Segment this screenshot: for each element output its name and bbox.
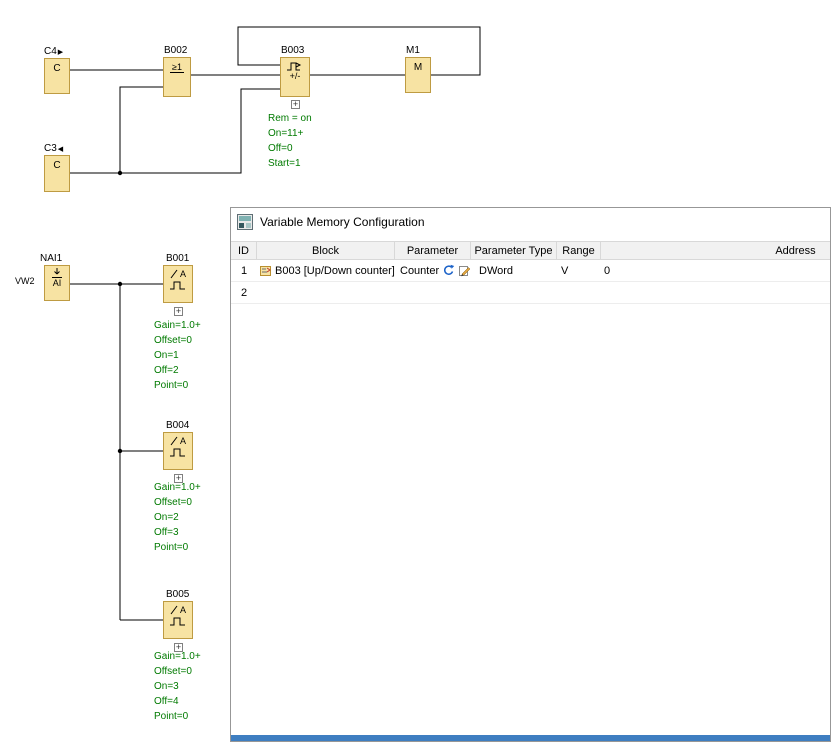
b001-param-line: Point=0 xyxy=(154,378,201,393)
block-b001-label: B001 xyxy=(166,253,189,264)
or-gate-symbol: ≥1 xyxy=(170,62,184,73)
b005-param-line: Offset=0 xyxy=(154,664,201,679)
b004-param-line: Off=3 xyxy=(154,525,201,540)
block-m1-symbol: M xyxy=(414,63,422,73)
b001-param-line: On=1 xyxy=(154,348,201,363)
plus-minus-symbol: +/- xyxy=(290,72,301,81)
slash-icon xyxy=(170,269,179,279)
cell-address[interactable]: 0 xyxy=(601,260,830,281)
b004-parameters: Gain=1.0+ Offset=0 On=2 Off=3 Point=0 xyxy=(154,480,201,555)
block-nai1-label: NAI1 xyxy=(40,253,62,264)
block-c3-label: C3◀ xyxy=(44,143,63,154)
table-header: ID Block Parameter Parameter Type Range … xyxy=(231,241,830,260)
b001-param-line: Offset=0 xyxy=(154,333,201,348)
block-b003-updown-counter[interactable]: +/- xyxy=(280,57,310,97)
block-c4-symbol: C xyxy=(53,64,60,74)
analog-trigger-symbol: A xyxy=(170,269,186,279)
cell-parameter-type xyxy=(471,282,557,303)
dialog-titlebar[interactable]: Variable Memory Configuration xyxy=(231,208,830,236)
block-b005-analog-trigger[interactable]: A xyxy=(163,601,193,639)
threshold-pulse-icon xyxy=(169,617,187,626)
block-c4[interactable]: C xyxy=(44,58,70,94)
table-row[interactable]: 1 B003 [Up/Down counter] Counter DWord V… xyxy=(231,260,830,282)
analog-letter: A xyxy=(180,606,186,615)
block-c4-label: C4▶ xyxy=(44,46,63,57)
cell-parameter: Counter xyxy=(395,260,471,281)
cell-address xyxy=(601,282,830,303)
dialog-bottom-edge xyxy=(231,735,830,741)
cell-id: 1 xyxy=(231,260,257,281)
arrow-down-icon xyxy=(51,268,63,276)
block-c3-label-text: C3 xyxy=(44,143,57,154)
b003-param-line: Rem = on xyxy=(268,111,312,126)
variable-memory-configuration-dialog: Variable Memory Configuration ID Block P… xyxy=(230,207,831,742)
cell-parameter-text: Counter xyxy=(400,265,439,277)
block-b002-or[interactable]: ≥1 xyxy=(163,57,191,97)
right-marker-icon: ▶ xyxy=(58,49,63,56)
cell-block-text: B003 [Up/Down counter] xyxy=(275,265,395,277)
block-b004-label: B004 xyxy=(166,420,189,431)
block-type-icon xyxy=(259,264,272,277)
analog-trigger-symbol: A xyxy=(170,436,186,446)
edit-icon[interactable] xyxy=(458,264,471,277)
threshold-pulse-icon xyxy=(169,448,187,457)
nai1-operand-label: VW2 xyxy=(15,276,35,286)
b001-param-line: Off=2 xyxy=(154,363,201,378)
cell-parameter-type: DWord xyxy=(471,260,557,281)
column-header-block[interactable]: Block xyxy=(257,242,395,259)
column-header-parameter-type[interactable]: Parameter Type xyxy=(471,242,557,259)
b005-param-line: Point=0 xyxy=(154,709,201,724)
counter-pulse-icon xyxy=(286,61,304,71)
refresh-icon[interactable] xyxy=(442,264,454,277)
block-b002-label: B002 xyxy=(164,45,187,56)
column-header-range[interactable]: Range xyxy=(557,242,601,259)
block-c3[interactable]: C xyxy=(44,155,70,192)
b001-param-line: Gain=1.0+ xyxy=(154,318,201,333)
slash-icon xyxy=(170,436,179,446)
b003-parameters: Rem = on On=11+ Off=0 Start=1 xyxy=(268,111,312,171)
cell-block xyxy=(257,282,395,303)
cell-block: B003 [Up/Down counter] xyxy=(257,260,395,281)
threshold-pulse-icon xyxy=(169,281,187,290)
block-b005-label: B005 xyxy=(166,589,189,600)
block-nai1-analog-input[interactable]: AI xyxy=(44,265,70,301)
expand-params-b001[interactable]: + xyxy=(174,307,183,316)
b004-param-line: Point=0 xyxy=(154,540,201,555)
dialog-title: Variable Memory Configuration xyxy=(260,215,425,229)
slash-icon xyxy=(170,605,179,615)
b004-param-line: Offset=0 xyxy=(154,495,201,510)
analog-trigger-symbol: A xyxy=(170,605,186,615)
expand-params-b003[interactable]: + xyxy=(291,100,300,109)
block-b001-analog-trigger[interactable]: A xyxy=(163,265,193,303)
block-nai1-symbol: AI xyxy=(52,277,63,288)
cell-parameter xyxy=(395,282,471,303)
analog-letter: A xyxy=(180,270,186,279)
column-header-id[interactable]: ID xyxy=(231,242,257,259)
column-header-address[interactable]: Address xyxy=(601,242,830,259)
b005-param-line: Off=4 xyxy=(154,694,201,709)
b005-param-line: Gain=1.0+ xyxy=(154,649,201,664)
column-header-parameter[interactable]: Parameter xyxy=(395,242,471,259)
b005-parameters: Gain=1.0+ Offset=0 On=3 Off=4 Point=0 xyxy=(154,649,201,724)
block-b003-label: B003 xyxy=(281,45,304,56)
b003-param-line: Start=1 xyxy=(268,156,312,171)
cell-range: V xyxy=(557,260,601,281)
app-icon xyxy=(237,214,253,230)
b003-param-line: Off=0 xyxy=(268,141,312,156)
left-marker-icon: ◀ xyxy=(58,146,63,153)
b005-param-line: On=3 xyxy=(154,679,201,694)
block-b004-analog-trigger[interactable]: A xyxy=(163,432,193,470)
block-m1-label: M1 xyxy=(406,45,420,56)
analog-letter: A xyxy=(180,437,186,446)
block-c3-symbol: C xyxy=(53,161,60,171)
b004-param-line: Gain=1.0+ xyxy=(154,480,201,495)
b004-param-line: On=2 xyxy=(154,510,201,525)
block-c4-label-text: C4 xyxy=(44,46,57,57)
block-m1-marker[interactable]: M xyxy=(405,57,431,93)
cell-id: 2 xyxy=(231,282,257,303)
table-row[interactable]: 2 xyxy=(231,282,830,304)
cell-range xyxy=(557,282,601,303)
b003-param-line: On=11+ xyxy=(268,126,312,141)
b001-parameters: Gain=1.0+ Offset=0 On=1 Off=2 Point=0 xyxy=(154,318,201,393)
